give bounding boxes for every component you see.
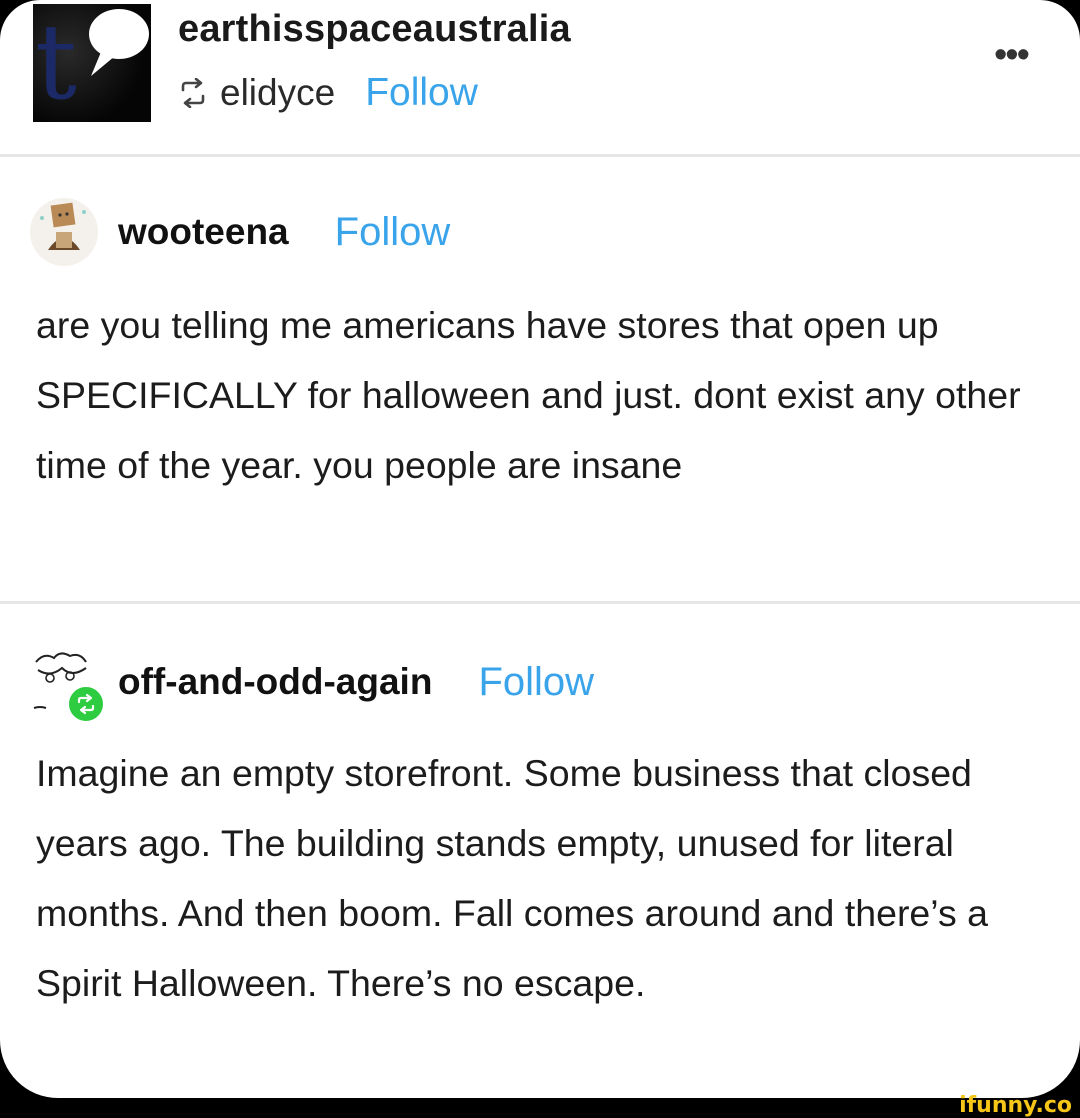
post-username[interactable]: wooteena [118, 211, 289, 253]
speech-bubble-icon [89, 9, 149, 76]
more-dots-icon[interactable]: ••• [994, 36, 1044, 78]
watermark: ifunny.co [959, 1093, 1072, 1118]
reblogged-from-username[interactable]: elidyce [220, 72, 335, 114]
avatar[interactable] [30, 648, 106, 724]
reblog-row: elidyce Follow [178, 70, 478, 116]
avatar[interactable] [30, 198, 98, 266]
blog-avatar[interactable]: t [33, 4, 151, 122]
divider [0, 601, 1080, 604]
tumblr-t-icon: t [35, 4, 77, 122]
divider [0, 154, 1080, 157]
reblog-icon [181, 78, 205, 108]
follow-button[interactable]: Follow [478, 660, 594, 705]
post-username[interactable]: off-and-odd-again [118, 661, 432, 703]
post-card: t earthisspaceaustralia elidyce Follow •… [0, 0, 1080, 1098]
post-user-row: off-and-odd-again Follow [30, 648, 594, 724]
reblog-badge [66, 684, 106, 724]
reblog-icon [77, 693, 95, 715]
post-body: are you telling me americans have stores… [36, 304, 1021, 486]
follow-button[interactable]: Follow [335, 210, 451, 255]
blog-name[interactable]: earthisspaceaustralia [178, 8, 571, 51]
post-body: Imagine an empty storefront. Some busine… [36, 752, 988, 1004]
avatar-character-icon [31, 199, 97, 265]
follow-button[interactable]: Follow [365, 71, 478, 115]
post-user-row: wooteena Follow [30, 198, 450, 266]
post-header: t earthisspaceaustralia elidyce Follow •… [0, 0, 1080, 155]
